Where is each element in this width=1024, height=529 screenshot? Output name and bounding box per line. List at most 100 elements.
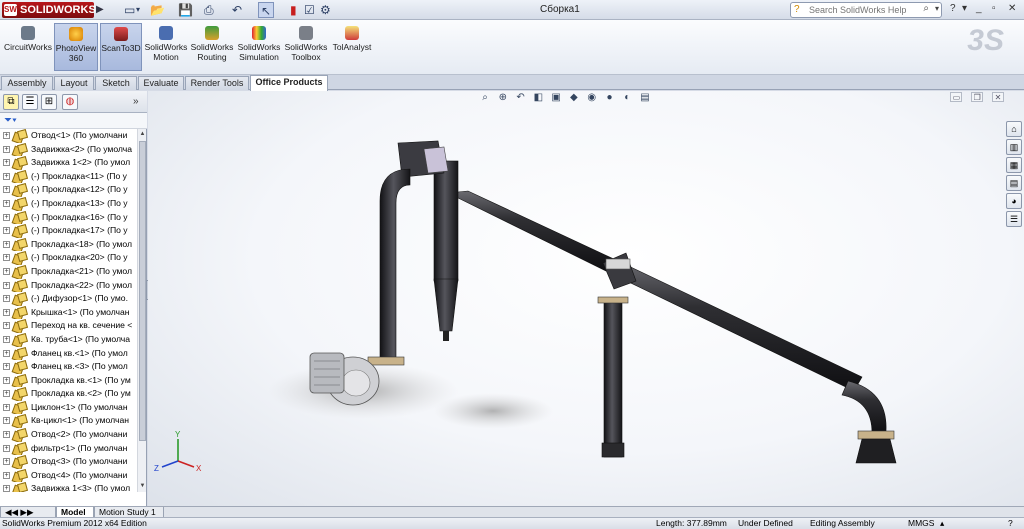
minimize-icon[interactable]: _ [976, 3, 982, 14]
viewport-minimize-icon[interactable]: ▭ [950, 92, 963, 102]
view-orientation-icon[interactable]: ▣ [549, 91, 563, 105]
view-palette-icon[interactable]: ▤ [1006, 175, 1022, 191]
expand-icon[interactable]: + [3, 213, 10, 221]
expand-icon[interactable]: + [3, 444, 10, 452]
tree-item[interactable]: + Отвод<1> (По умолчани [0, 129, 137, 143]
solidworks-logo[interactable]: SW SOLIDWORKS [2, 2, 96, 18]
expand-icon[interactable]: + [3, 403, 10, 411]
expand-icon[interactable]: + [3, 376, 10, 384]
tree-item[interactable]: + Фланец кв.<1> (По умол [0, 347, 137, 361]
cyclone-body[interactable] [433, 160, 459, 282]
scanto3d-button[interactable]: ScanTo3D [100, 23, 142, 71]
expand-icon[interactable]: + [3, 281, 10, 289]
new-dropdown-icon[interactable]: ▾ [136, 2, 140, 18]
expand-icon[interactable]: + [3, 471, 10, 479]
zoom-to-fit-icon[interactable]: ⌕ [478, 91, 492, 105]
tab-render-tools[interactable]: Render Tools [185, 76, 249, 90]
tree-item[interactable]: + Прокладка<21> (По умол [0, 265, 137, 279]
search-icon[interactable]: ⌕ [923, 3, 929, 14]
round-pipe[interactable] [609, 260, 863, 392]
fan-riser-pipe[interactable] [379, 168, 411, 362]
square-duct[interactable] [446, 190, 619, 272]
tree-item[interactable]: + Кв-цикл<1> (По умолчан [0, 414, 137, 428]
panel-expand-icon[interactable]: » [133, 96, 139, 107]
units-dropdown-icon[interactable]: ▴ [940, 518, 944, 529]
gate-valve[interactable] [605, 258, 631, 270]
filter-icon[interactable]: ⏷▾ [4, 115, 17, 126]
scroll-up-icon[interactable]: ▲ [139, 130, 146, 139]
section-view-icon[interactable]: ◧ [531, 91, 545, 105]
expand-icon[interactable]: + [3, 349, 10, 357]
help-search-box[interactable]: ? ⌕ ▾ [790, 2, 942, 18]
select-pointer-icon[interactable]: ↖ [258, 2, 274, 18]
expand-icon[interactable]: + [3, 431, 10, 439]
tree-item[interactable]: + Отвод<3> (По умолчани [0, 455, 137, 469]
file-explorer-icon[interactable]: ▦ [1006, 157, 1022, 173]
menu-arrow-icon[interactable]: ▶ [96, 4, 104, 15]
elbow-outlet[interactable] [841, 380, 887, 434]
scroll-down-icon[interactable]: ▼ [139, 482, 146, 491]
expand-icon[interactable]: + [3, 199, 10, 207]
view-settings-icon[interactable]: ▤ [638, 91, 652, 105]
expand-icon[interactable]: + [3, 295, 10, 303]
photoview-360-button[interactable]: PhotoView 360 [54, 23, 98, 71]
viewport-close-icon[interactable]: ✕ [992, 92, 1004, 102]
configuration-manager-tab-icon[interactable]: ⊞ [41, 94, 57, 110]
units-selector[interactable]: MMGS [908, 518, 934, 529]
tree-item[interactable]: + Кв. труба<1> (По умолча [0, 333, 137, 347]
diffuser[interactable] [855, 438, 897, 464]
electric-motor[interactable] [309, 352, 345, 394]
save-icon[interactable]: 💾 [178, 2, 193, 18]
expand-icon[interactable]: + [3, 240, 10, 248]
help-search-input[interactable] [809, 4, 919, 16]
filter-flange[interactable] [597, 296, 629, 304]
tolanalyst-button[interactable]: TolAnalyst [330, 23, 374, 71]
hide-show-icon[interactable]: ◉ [585, 91, 599, 105]
help-question-icon[interactable]: ? [950, 3, 956, 14]
tree-item[interactable]: + (-) Прокладка<17> (По у [0, 224, 137, 238]
feature-manager-tab-icon[interactable]: ⧉ [3, 94, 19, 110]
print-icon[interactable]: ⎙ [204, 2, 214, 18]
fan-flange[interactable] [367, 356, 405, 366]
previous-view-icon[interactable]: ↶ [514, 91, 528, 105]
design-library-icon[interactable]: ▥ [1006, 139, 1022, 155]
expand-icon[interactable]: + [3, 172, 10, 180]
tree-item[interactable]: + Отвод<2> (По умолчани [0, 428, 137, 442]
tree-item[interactable]: + Циклон<1> (По умолчан [0, 401, 137, 415]
tree-item[interactable]: + Прокладка<22> (По умол [0, 279, 137, 293]
scroll-thumb[interactable] [139, 141, 146, 441]
close-icon[interactable]: ✕ [1008, 3, 1016, 14]
appearances-scenes-icon[interactable]: ◕ [1006, 193, 1022, 209]
expand-icon[interactable]: + [3, 267, 10, 275]
help-status-icon[interactable]: ? [1008, 518, 1013, 529]
expand-icon[interactable]: + [3, 254, 10, 262]
tree-item[interactable]: + (-) Прокладка<12> (По у [0, 183, 137, 197]
graphics-area[interactable]: Y X Z ⌕ ⊕ ↶ ◧ ▣ ◆ ◉ ● ◐ ▤ ▭ ❐ ✕ ⌂ ▥ ▦ ▤ … [148, 91, 1024, 506]
tab-office-products[interactable]: Office Products [250, 75, 328, 91]
tree-item[interactable]: + Задвижка<2> (По умолча [0, 143, 137, 157]
solidworks-resources-icon[interactable]: ⌂ [1006, 121, 1022, 137]
solidworks-routing-button[interactable]: SolidWorks Routing [190, 23, 234, 71]
tree-item[interactable]: + Отвод<4> (По умолчани [0, 469, 137, 483]
assembly-model[interactable]: Y X Z [148, 91, 1024, 506]
property-manager-tab-icon[interactable]: ☰ [22, 94, 38, 110]
tree-item[interactable]: + Прокладка кв.<2> (По ум [0, 387, 137, 401]
edit-appearance-icon[interactable]: ● [602, 91, 616, 105]
viewport-restore-icon[interactable]: ❐ [971, 92, 984, 102]
tree-item[interactable]: + Фланец кв.<3> (По умол [0, 360, 137, 374]
undo-icon[interactable]: ↶ [232, 2, 242, 18]
expand-icon[interactable]: + [3, 186, 10, 194]
tree-scrollbar[interactable]: ▲ ▼ [137, 129, 146, 492]
help-dropdown-icon[interactable]: ▾ [962, 3, 967, 14]
tree-item[interactable]: + (-) Прокладка<11> (По у [0, 170, 137, 184]
display-style-icon[interactable]: ◆ [567, 91, 581, 105]
circuitworks-button[interactable]: CircuitWorks [4, 23, 52, 71]
tree-item[interactable]: + (-) Прокладка<13> (По у [0, 197, 137, 211]
restore-icon[interactable]: ▫ [992, 3, 996, 14]
tab-layout[interactable]: Layout [54, 76, 94, 90]
options-icon[interactable]: ☑ [304, 2, 315, 18]
cyclone-outlet[interactable] [443, 331, 449, 341]
transparent-cover[interactable] [423, 146, 449, 174]
tree-item[interactable]: + Прокладка кв.<1> (По ум [0, 374, 137, 388]
tree-item[interactable]: + Задвижка 1<3> (По умол [0, 482, 137, 492]
